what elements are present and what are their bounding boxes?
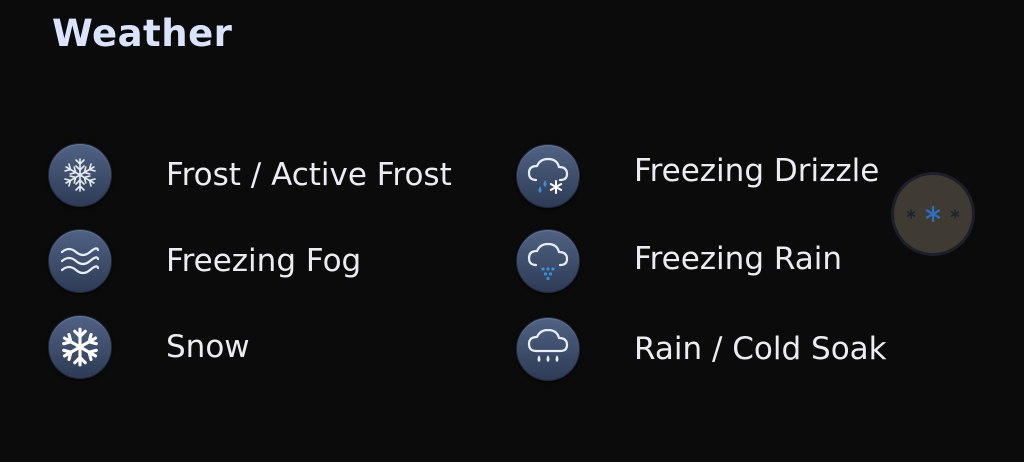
weather-item-freezing-drizzle[interactable]: Freezing Drizzle bbox=[516, 144, 879, 208]
weather-item-snow[interactable]: Snow bbox=[48, 315, 250, 379]
weather-item-label: Freezing Fog bbox=[166, 243, 362, 279]
weather-item-freezing-fog[interactable]: Freezing Fog bbox=[48, 229, 361, 293]
weather-item-label: Rain / Cold Soak bbox=[634, 331, 887, 367]
weather-item-freezing-rain[interactable]: Freezing Rain bbox=[516, 229, 842, 293]
weather-item-label: Freezing Rain bbox=[634, 241, 842, 277]
snowflake-outline-icon bbox=[48, 143, 112, 207]
cloud-drizzle-snow-icon bbox=[516, 144, 580, 208]
weather-item-label: Freezing Drizzle bbox=[634, 153, 880, 189]
weather-item-rain-cold-soak[interactable]: Rain / Cold Soak bbox=[516, 317, 887, 381]
cloud-rain-icon bbox=[516, 229, 580, 293]
cloud-rain-drops-icon bbox=[516, 317, 580, 381]
page-title: Weather bbox=[52, 12, 233, 55]
snow-stars-icon bbox=[906, 205, 960, 223]
weather-item-frost[interactable]: Frost / Active Frost bbox=[48, 143, 452, 207]
snowflake-icon bbox=[48, 315, 112, 379]
weather-item-label: Frost / Active Frost bbox=[166, 157, 452, 193]
weather-item-label: Snow bbox=[166, 329, 250, 365]
fog-waves-icon bbox=[48, 229, 112, 293]
floating-action-button[interactable] bbox=[891, 172, 975, 256]
